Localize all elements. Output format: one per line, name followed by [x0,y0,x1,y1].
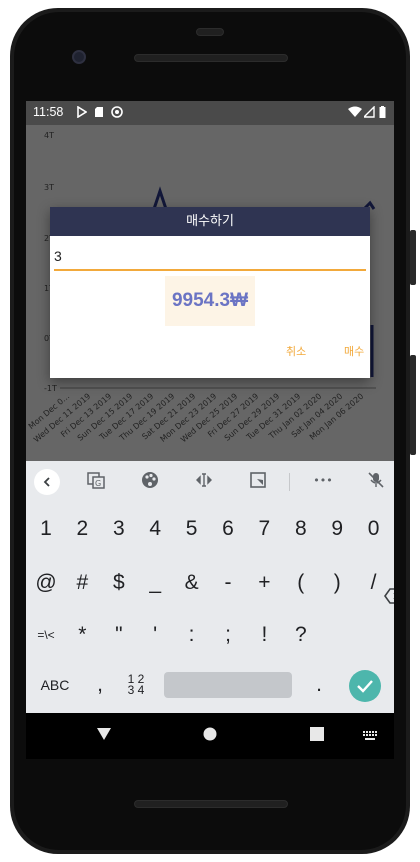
row2-key-2[interactable]: $ [101,563,137,603]
row3-key-0[interactable]: =\< [28,615,64,655]
bottom-speaker [134,800,288,808]
row1-key-6[interactable]: 7 [246,509,282,549]
nav-recents-icon[interactable] [310,727,324,741]
nav-back-icon[interactable] [96,727,112,741]
row1-key-8[interactable]: 9 [319,509,355,549]
palette-icon[interactable] [140,471,160,491]
row2-key-8[interactable]: ) [319,563,355,603]
power-button [410,355,416,455]
cursor-move-icon[interactable] [194,471,214,491]
resize-icon[interactable] [248,471,268,491]
space-bar[interactable] [164,672,292,698]
numpad-key[interactable]: 1 2 3 4 [118,665,154,705]
sync-icon [111,106,123,118]
numpad-key-bottom: 3 4 [127,683,145,697]
done-button[interactable] [349,670,381,702]
volume-button [410,230,416,285]
row1-key-3[interactable]: 4 [137,509,173,549]
cell-signal-icon [364,106,375,118]
status-bar: 11:58 [26,101,394,125]
toolbar-divider [289,473,290,491]
total-price: 9954.3₩ [165,276,255,326]
row1-key-4[interactable]: 5 [174,509,210,549]
comma-key[interactable]: , [82,665,118,705]
period-key[interactable]: . [301,665,337,705]
soft-keyboard: G ••• 1234567890 @ # $ _ & - +() / =\< * " ':;!? [26,461,394,713]
cancel-button[interactable]: 취소 [286,343,306,359]
screen: 4T3T2T1T0T-1TMon Dec 0…Wed Dec 11 2019Fr… [26,101,394,713]
nav-keyboard-switch-icon[interactable] [363,731,377,741]
row3-key-4[interactable]: : [174,615,210,655]
row3-key-1[interactable]: * [64,615,100,655]
row1-key-1[interactable]: 2 [64,509,100,549]
more-icon[interactable]: ••• [313,471,333,491]
buy-dialog: 매수하기 3 9954.3₩ 취소 매수 [50,207,370,378]
wifi-icon [348,106,362,117]
row3-key-6[interactable]: ! [246,615,282,655]
quantity-input[interactable]: 3 [54,243,366,271]
translate-icon[interactable]: G [86,471,106,491]
row2-key-6[interactable]: + [246,563,282,603]
play-notification-icon [77,106,87,118]
row1-key-5[interactable]: 6 [210,509,246,549]
abc-key[interactable]: ABC [36,665,74,705]
row2-key-7[interactable]: ( [283,563,319,603]
row2-key-3[interactable]: _ [137,563,173,603]
top-sensor [196,28,224,36]
row1-key-7[interactable]: 8 [283,509,319,549]
dialog-title: 매수하기 [50,207,370,236]
front-camera [72,50,86,64]
row3-key-7[interactable]: ? [283,615,319,655]
row3-key-5[interactable]: ; [210,615,246,655]
row1-key-0[interactable]: 1 [28,509,64,549]
svg-text:G: G [95,479,101,488]
keyboard-toolbar: G ••• [26,461,394,501]
row2-key-5[interactable]: - [210,563,246,603]
sd-card-icon [95,107,103,117]
row2-key-0[interactable]: @ [28,563,64,603]
row2-key-1[interactable]: # [64,563,100,603]
row2-key-4[interactable]: & [174,563,210,603]
row1-key-2[interactable]: 3 [101,509,137,549]
battery-icon [379,106,386,118]
nav-home-icon[interactable] [203,727,217,741]
row3-key-2[interactable]: " [101,615,137,655]
mic-off-icon[interactable] [366,471,386,491]
navigation-bar [26,713,394,759]
status-time: 11:58 [33,105,64,119]
row1-key-9[interactable]: 0 [356,509,392,549]
buy-button[interactable]: 매수 [344,343,364,359]
row3-key-3[interactable]: ' [137,615,173,655]
checkmark-icon [357,680,373,693]
backspace-key[interactable] [377,576,394,616]
back-icon[interactable] [34,469,60,495]
top-speaker [134,54,288,62]
